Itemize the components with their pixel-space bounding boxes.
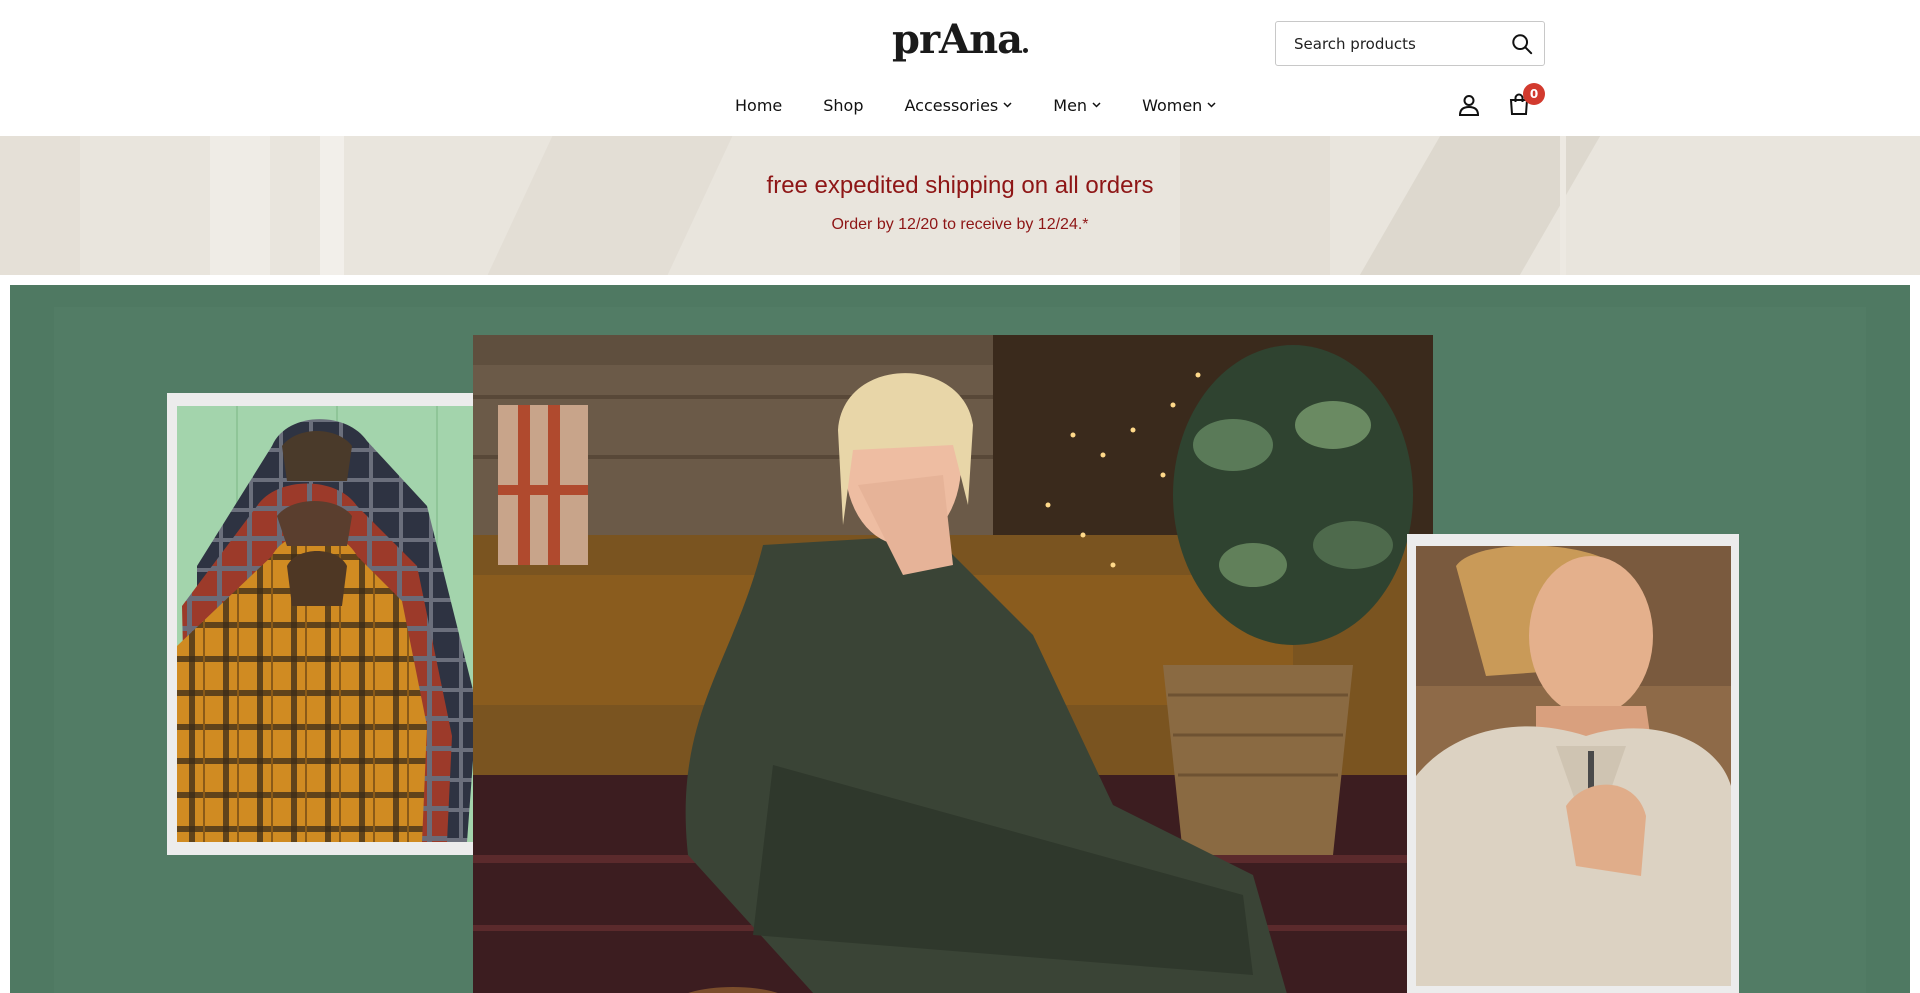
- chevron-down-icon: [1207, 102, 1216, 108]
- promo-bg-shape: [0, 136, 80, 275]
- nav-item-label: Women: [1142, 95, 1203, 115]
- main-nav: Home Shop Accessories Men Women: [735, 90, 1257, 120]
- promo-banner[interactable]: free expedited shipping on all orders Or…: [0, 136, 1920, 275]
- search-input[interactable]: [1276, 22, 1500, 65]
- user-icon[interactable]: [1457, 93, 1481, 117]
- brand-logo-text: prAna: [892, 16, 1023, 63]
- promo-bg-shape: [487, 136, 733, 275]
- woman-lounging-photo[interactable]: [473, 335, 1433, 993]
- nav-item-men[interactable]: Men: [1053, 90, 1101, 120]
- promo-title: free expedited shipping on all orders: [766, 172, 1154, 199]
- nav-item-label: Accessories: [904, 95, 999, 115]
- brand-logo[interactable]: prAna: [892, 18, 1034, 62]
- search-icon[interactable]: [1500, 22, 1544, 66]
- nav-item-home[interactable]: Home: [735, 90, 782, 120]
- logo-dot: [1023, 48, 1029, 53]
- nav-item-label: Shop: [823, 95, 864, 115]
- chevron-down-icon: [1092, 102, 1101, 108]
- promo-bg-shape: [210, 136, 270, 275]
- promo-subtitle: Order by 12/20 to receive by 12/24.*: [831, 216, 1089, 233]
- promo-bg-shape: [1560, 136, 1566, 275]
- nav-item-accessories[interactable]: Accessories: [905, 90, 1013, 120]
- search-box: [1275, 21, 1545, 66]
- plaid-jackets-photo[interactable]: [177, 406, 491, 842]
- man-sweater-photo[interactable]: [1416, 546, 1731, 986]
- nav-item-shop[interactable]: Shop: [823, 90, 863, 120]
- nav-item-women[interactable]: Women: [1142, 90, 1216, 120]
- nav-item-label: Home: [735, 95, 783, 115]
- site-header: prAna Home Shop Accessories Men: [0, 0, 1920, 136]
- promo-bg-shape: [320, 136, 344, 275]
- chevron-down-icon: [1003, 102, 1012, 108]
- cart-count-badge: 0: [1523, 83, 1545, 105]
- hero-banner[interactable]: [10, 285, 1910, 993]
- nav-item-label: Men: [1053, 95, 1088, 115]
- promo-bg-shape: [1180, 136, 1330, 275]
